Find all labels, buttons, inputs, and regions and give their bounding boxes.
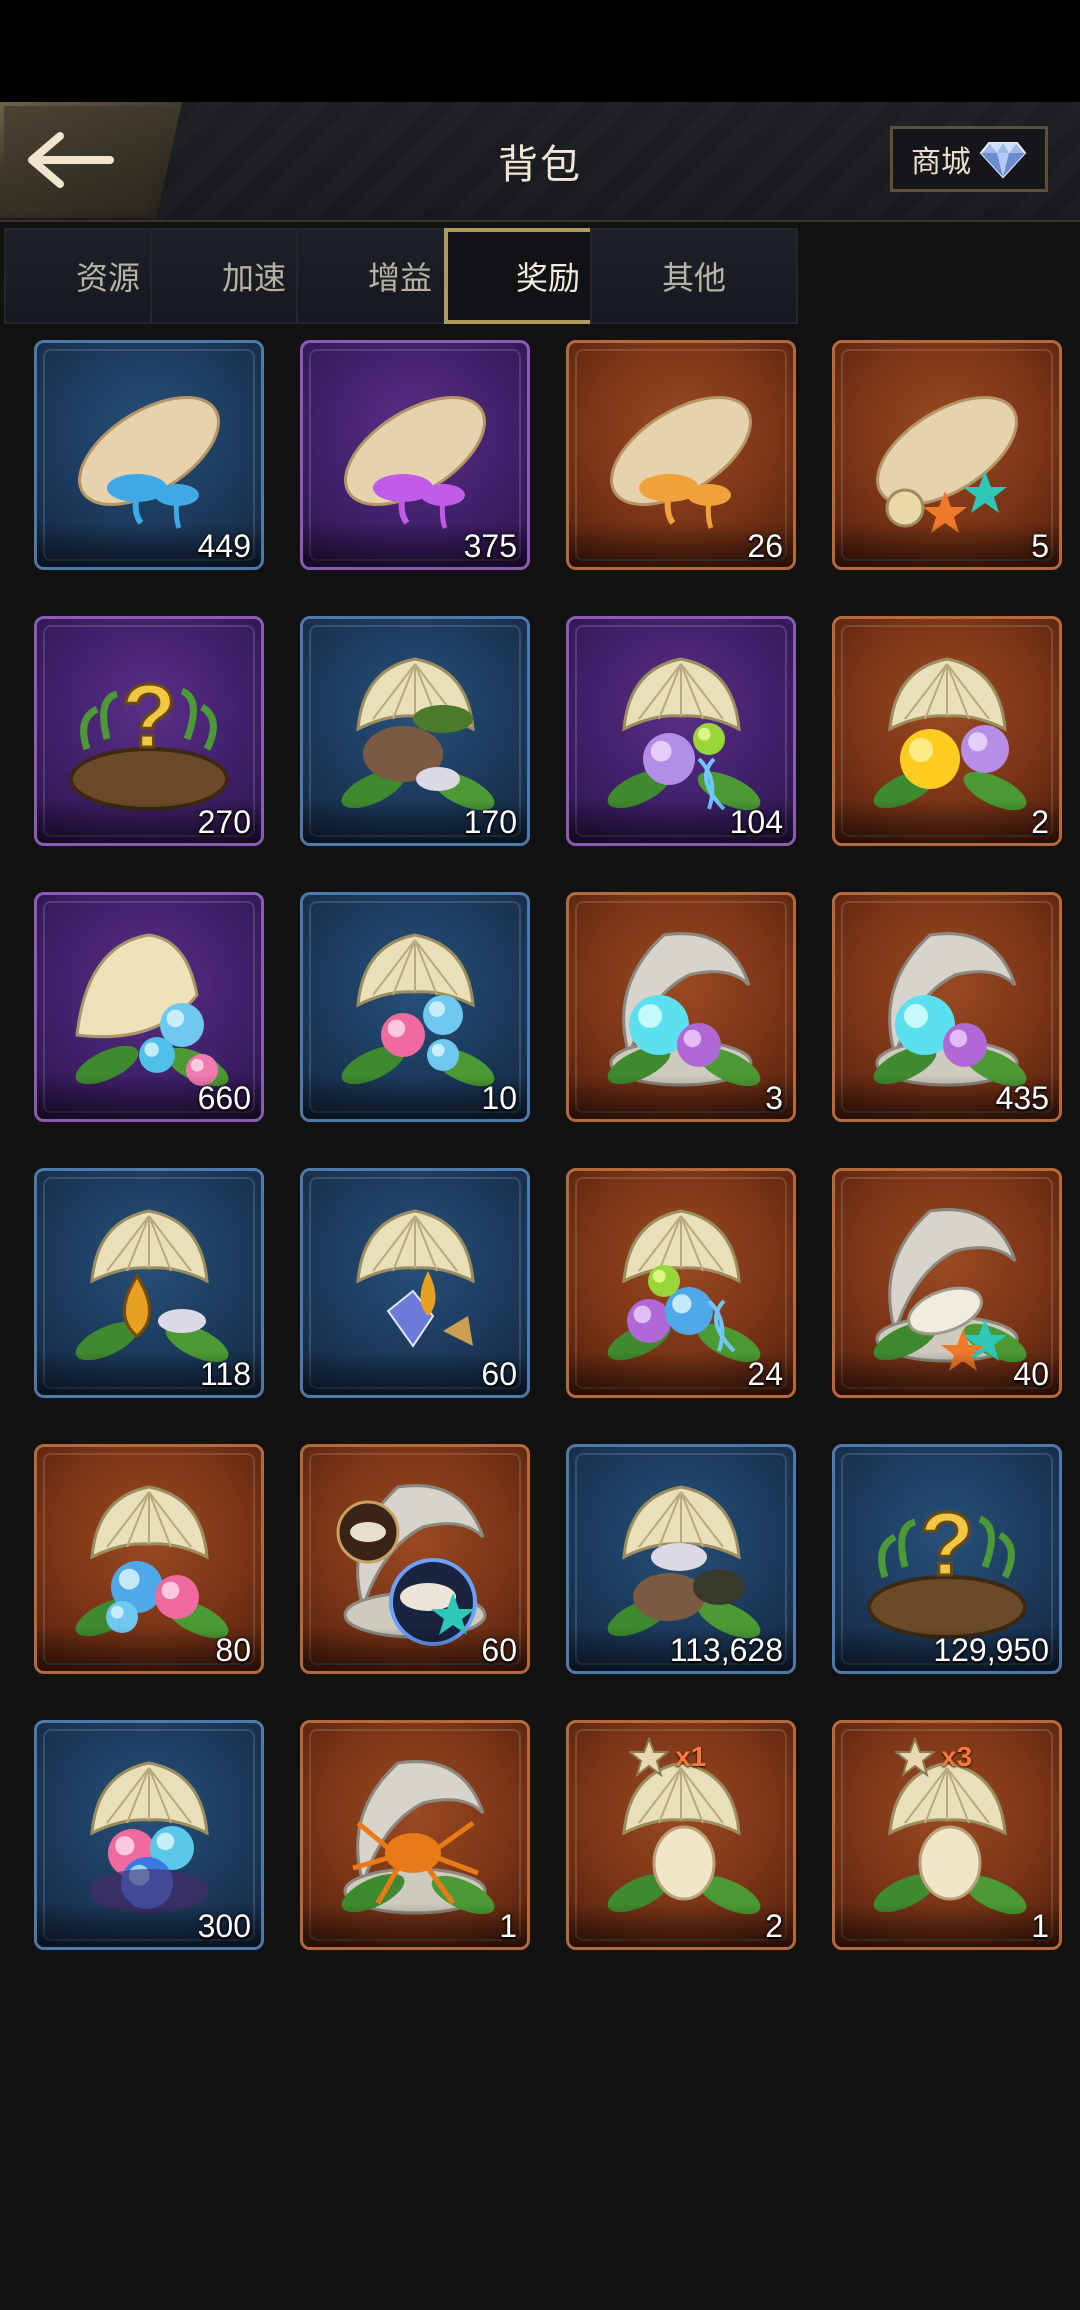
item-count: 3 bbox=[765, 1080, 783, 1116]
item-count: 300 bbox=[197, 1908, 251, 1944]
item-count: 60 bbox=[481, 1632, 517, 1668]
inventory-item[interactable]: 1 bbox=[300, 1720, 530, 1950]
tab-4[interactable]: 其他 bbox=[590, 228, 798, 324]
star-icon bbox=[629, 1737, 669, 1777]
item-count: 2 bbox=[765, 1908, 783, 1944]
inventory-item[interactable]: ? 270 bbox=[34, 616, 264, 846]
header: 背包 商城 bbox=[0, 102, 1080, 222]
tab-label: 奖励 bbox=[515, 259, 580, 297]
inventory-item[interactable]: 60 bbox=[300, 1168, 530, 1398]
count-backdrop bbox=[835, 1903, 1059, 1947]
star-badge: x3 bbox=[895, 1737, 972, 1777]
item-count: 435 bbox=[995, 1080, 1049, 1116]
count-backdrop bbox=[569, 1075, 793, 1119]
inventory-item[interactable]: 5 bbox=[832, 340, 1062, 570]
item-count: 40 bbox=[1013, 1356, 1049, 1392]
count-backdrop bbox=[569, 1903, 793, 1947]
item-count: 129,950 bbox=[933, 1632, 1049, 1668]
item-count: 270 bbox=[197, 804, 251, 840]
inventory-item[interactable]: 3 bbox=[566, 892, 796, 1122]
inventory-item[interactable]: 40 bbox=[832, 1168, 1062, 1398]
inventory-item[interactable]: 435 bbox=[832, 892, 1062, 1122]
count-backdrop bbox=[303, 1903, 527, 1947]
category-tabs: 资源 加速 增益 奖励 其他 bbox=[0, 228, 1080, 328]
inventory-item[interactable]: 2 bbox=[832, 616, 1062, 846]
item-count: 5 bbox=[1031, 528, 1049, 564]
tab-label: 加速 bbox=[221, 259, 286, 297]
back-arrow-icon[interactable] bbox=[22, 128, 118, 192]
inventory-item[interactable]: x1 2 bbox=[566, 1720, 796, 1950]
inventory-item[interactable]: 24 bbox=[566, 1168, 796, 1398]
item-count: 26 bbox=[747, 528, 783, 564]
badge-multiplier: x3 bbox=[941, 1741, 973, 1772]
svg-text:?: ? bbox=[920, 1495, 975, 1595]
inventory-item[interactable]: 26 bbox=[566, 340, 796, 570]
tab-label: 其他 bbox=[661, 259, 726, 297]
item-count: 1 bbox=[499, 1908, 517, 1944]
inventory-item[interactable]: 170 bbox=[300, 616, 530, 846]
item-count: 10 bbox=[481, 1080, 517, 1116]
inventory-item[interactable]: 60 bbox=[300, 1444, 530, 1674]
inventory-item[interactable]: 118 bbox=[34, 1168, 264, 1398]
item-count: 118 bbox=[199, 1356, 251, 1392]
item-count: 1 bbox=[1031, 1908, 1049, 1944]
star-badge: x1 bbox=[629, 1737, 706, 1777]
inventory-item[interactable]: 10 bbox=[300, 892, 530, 1122]
item-count: 660 bbox=[197, 1080, 251, 1116]
item-count: 60 bbox=[481, 1356, 517, 1392]
count-backdrop bbox=[835, 799, 1059, 843]
item-count: 2 bbox=[1031, 804, 1049, 840]
item-count: 104 bbox=[729, 804, 783, 840]
status-bar bbox=[0, 0, 1080, 102]
svg-text:?: ? bbox=[122, 667, 177, 767]
item-count: 375 bbox=[463, 528, 517, 564]
inventory-item[interactable]: 449 bbox=[34, 340, 264, 570]
inventory-item[interactable]: 375 bbox=[300, 340, 530, 570]
tab-label: 资源 bbox=[75, 259, 140, 297]
item-count: 24 bbox=[747, 1356, 783, 1392]
inventory-item[interactable]: 80 bbox=[34, 1444, 264, 1674]
star-icon bbox=[895, 1737, 935, 1777]
inventory-item[interactable]: 660 bbox=[34, 892, 264, 1122]
item-count: 449 bbox=[197, 528, 251, 564]
shop-button[interactable]: 商城 bbox=[890, 126, 1048, 192]
inventory-item[interactable]: x3 1 bbox=[832, 1720, 1062, 1950]
item-count: 80 bbox=[215, 1632, 251, 1668]
count-backdrop bbox=[835, 523, 1059, 567]
tab-label: 增益 bbox=[367, 259, 432, 297]
item-count: 113,628 bbox=[669, 1632, 783, 1668]
inventory-item[interactable]: 113,628 bbox=[566, 1444, 796, 1674]
item-count: 170 bbox=[463, 804, 517, 840]
inventory-item[interactable]: 104 bbox=[566, 616, 796, 846]
diamond-icon bbox=[979, 142, 1027, 179]
inventory-item[interactable]: ? 129,950 bbox=[832, 1444, 1062, 1674]
inventory-item[interactable]: 300 bbox=[34, 1720, 264, 1950]
badge-multiplier: x1 bbox=[675, 1741, 707, 1772]
shop-label: 商城 bbox=[911, 145, 971, 180]
